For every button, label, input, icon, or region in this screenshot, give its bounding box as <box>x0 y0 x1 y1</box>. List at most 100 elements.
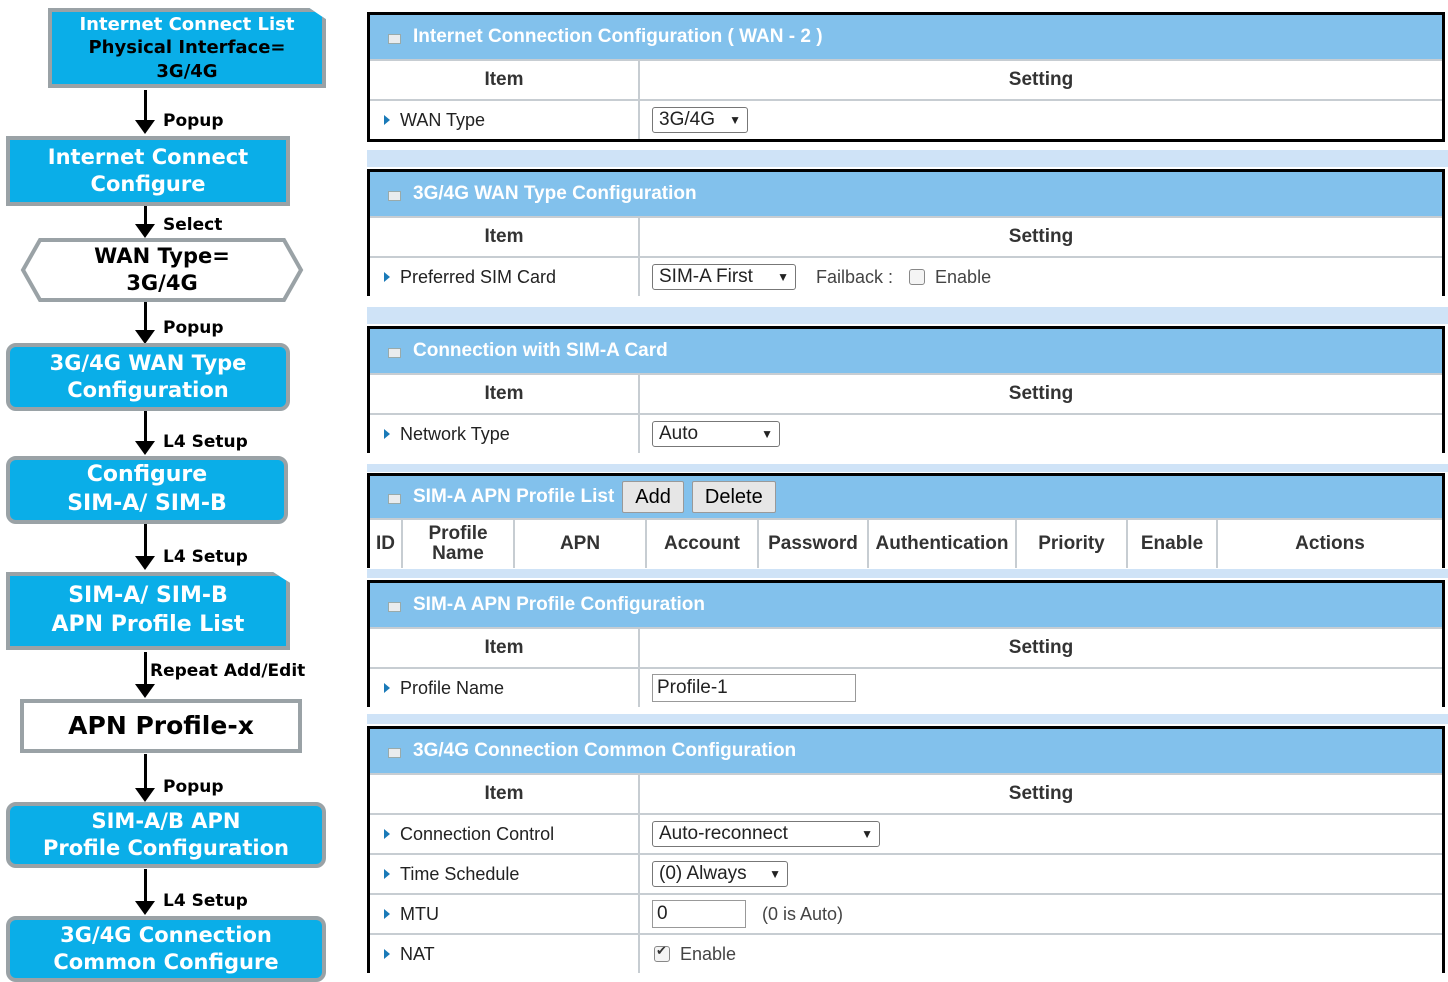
row-setting: Auto ▼ <box>640 415 1442 453</box>
flow-arrow-label: L4 Setup <box>163 432 248 452</box>
flow-box-internet-connect-list: Internet Connect List Physical Interface… <box>48 8 326 88</box>
column-password: Password <box>759 520 869 568</box>
wan-type-select[interactable]: 3G/4G ▼ <box>652 107 748 133</box>
failback-checkbox[interactable] <box>909 269 926 285</box>
delete-button[interactable]: Delete <box>691 481 776 513</box>
row-label-text: MTU <box>400 903 439 924</box>
select-value: SIM-A First <box>659 266 753 287</box>
column-enable: Enable <box>1128 520 1218 568</box>
flow-arrow <box>135 524 155 570</box>
row-label: Connection Control <box>370 815 640 853</box>
flow-text: 3G/4G <box>126 271 198 295</box>
panel-header: Connection with SIM-A Card <box>370 329 1442 373</box>
dropdown-arrow-icon: ▼ <box>777 270 789 284</box>
collapse-icon[interactable] <box>388 494 401 504</box>
triangle-icon <box>384 909 390 919</box>
triangle-icon <box>384 683 390 693</box>
flow-box-apn-profile-x: APN Profile-x <box>20 699 302 753</box>
flow-text: 3G/4G WAN Type <box>49 350 247 375</box>
connection-control-select[interactable]: Auto-reconnect ▼ <box>652 821 880 847</box>
collapse-icon[interactable] <box>388 34 401 44</box>
panel-title: Connection with SIM-A Card <box>413 340 668 361</box>
select-value: (0) Always <box>659 863 747 884</box>
column-setting: Setting <box>1008 637 1074 658</box>
dropdown-arrow-icon: ▼ <box>729 113 741 127</box>
add-button[interactable]: Add <box>622 481 684 513</box>
table-row-wan-type: WAN Type 3G/4G ▼ <box>370 99 1442 142</box>
row-setting: Profile-1 <box>640 669 1442 707</box>
panel-sim-a: Connection with SIM-A Card Item Setting N… <box>367 326 1445 453</box>
column-item: Item <box>370 375 640 413</box>
panel-wan-type-config: 3G/4G WAN Type Configuration Item Setting… <box>367 169 1445 296</box>
flow-text: Profile Configuration <box>43 836 289 860</box>
panel-apn-config: SIM-A APN Profile Configuration Item Sett… <box>367 580 1445 707</box>
collapse-icon[interactable] <box>388 191 401 201</box>
triangle-icon <box>384 829 390 839</box>
flow-text: APN Profile List <box>51 612 245 637</box>
row-label-text: Time Schedule <box>400 863 520 884</box>
flow-text: Configure <box>86 462 208 488</box>
apn-list-header-row: ID Profile Name APN Account Password Aut… <box>370 518 1442 568</box>
flow-text: APN Profile-x <box>68 710 254 740</box>
row-label: Network Type <box>370 415 640 453</box>
panel-header: SIM-A APN Profile Configuration <box>370 583 1442 627</box>
profile-name-input[interactable]: Profile-1 <box>652 674 856 702</box>
flow-arrow-label: Select <box>163 215 223 235</box>
column-priority: Priority <box>1017 520 1128 568</box>
column-item: Item <box>370 218 640 256</box>
flow-text: Configuration <box>67 378 229 402</box>
column-setting: Setting <box>1008 69 1074 90</box>
panel-separator <box>367 307 1448 324</box>
collapse-icon[interactable] <box>388 348 401 358</box>
table-header-row: Item Setting <box>370 773 1442 813</box>
flow-arrow-label: Popup <box>163 318 224 338</box>
flow-arrow <box>135 302 155 344</box>
row-setting: Enable <box>640 935 1442 973</box>
nat-enable-label: Enable <box>680 943 737 964</box>
failback-enable-label: Enable <box>935 266 992 287</box>
panel-title: 3G/4G WAN Type Configuration <box>413 183 697 204</box>
table-row-connection-control: Connection Control Auto-reconnect ▼ <box>370 813 1442 853</box>
panel-separator <box>367 150 1448 167</box>
table-row-mtu: MTU 0 (0 is Auto) <box>370 893 1442 933</box>
table-row-network-type: Network Type Auto ▼ <box>370 413 1442 453</box>
flow-box-configure-sim: Configure SIM-A/ SIM-B <box>6 456 288 524</box>
collapse-icon[interactable] <box>388 748 401 758</box>
dropdown-arrow-icon: ▼ <box>769 867 781 881</box>
preferred-sim-select[interactable]: SIM-A First ▼ <box>652 264 796 290</box>
flow-arrow-label: L4 Setup <box>163 891 248 911</box>
row-label: WAN Type <box>370 101 640 139</box>
nat-enable-checkbox[interactable] <box>654 943 670 962</box>
flow-box-apn-profile-list: SIM-A/ SIM-B APN Profile List <box>6 572 290 650</box>
flow-text: SIM-A/ SIM-B <box>67 491 227 516</box>
row-setting: SIM-A First ▼ Failback : Enable <box>640 258 1442 296</box>
flow-text: WAN Type= <box>94 243 230 268</box>
panel-header: SIM-A APN Profile List Add Delete <box>370 476 1442 518</box>
row-label-text: NAT <box>400 943 435 964</box>
mtu-input[interactable]: 0 <box>652 900 746 928</box>
network-type-select[interactable]: Auto ▼ <box>652 421 780 447</box>
table-header-row: Item Setting <box>370 216 1442 256</box>
row-setting: Auto-reconnect ▼ <box>640 815 1442 853</box>
flow-arrow <box>135 206 155 238</box>
dropdown-arrow-icon: ▼ <box>761 427 773 441</box>
panel-header: Internet Connection Configuration ( WAN … <box>370 15 1442 59</box>
row-label: Time Schedule <box>370 855 640 893</box>
flow-arrow-label: Popup <box>163 777 224 797</box>
flow-text: Common Configure <box>53 950 279 974</box>
column-id: ID <box>370 520 403 568</box>
flow-text: Physical Interface= <box>88 37 286 59</box>
triangle-icon <box>384 115 390 125</box>
flow-decision-text: WAN Type= 3G/4G <box>20 237 304 303</box>
select-value: Auto <box>659 423 699 444</box>
table-header-row: Item Setting <box>370 59 1442 99</box>
panel-separator <box>367 569 1448 578</box>
flow-arrow-label: Popup <box>163 111 224 131</box>
column-authentication: Authentication <box>869 520 1017 568</box>
row-label-text: Preferred SIM Card <box>400 266 557 287</box>
flow-arrow <box>135 411 155 455</box>
collapse-icon[interactable] <box>388 602 401 612</box>
time-schedule-select[interactable]: (0) Always ▼ <box>652 861 788 887</box>
column-setting: Setting <box>1008 783 1074 804</box>
panel-wan: Internet Connection Configuration ( WAN … <box>367 12 1445 142</box>
